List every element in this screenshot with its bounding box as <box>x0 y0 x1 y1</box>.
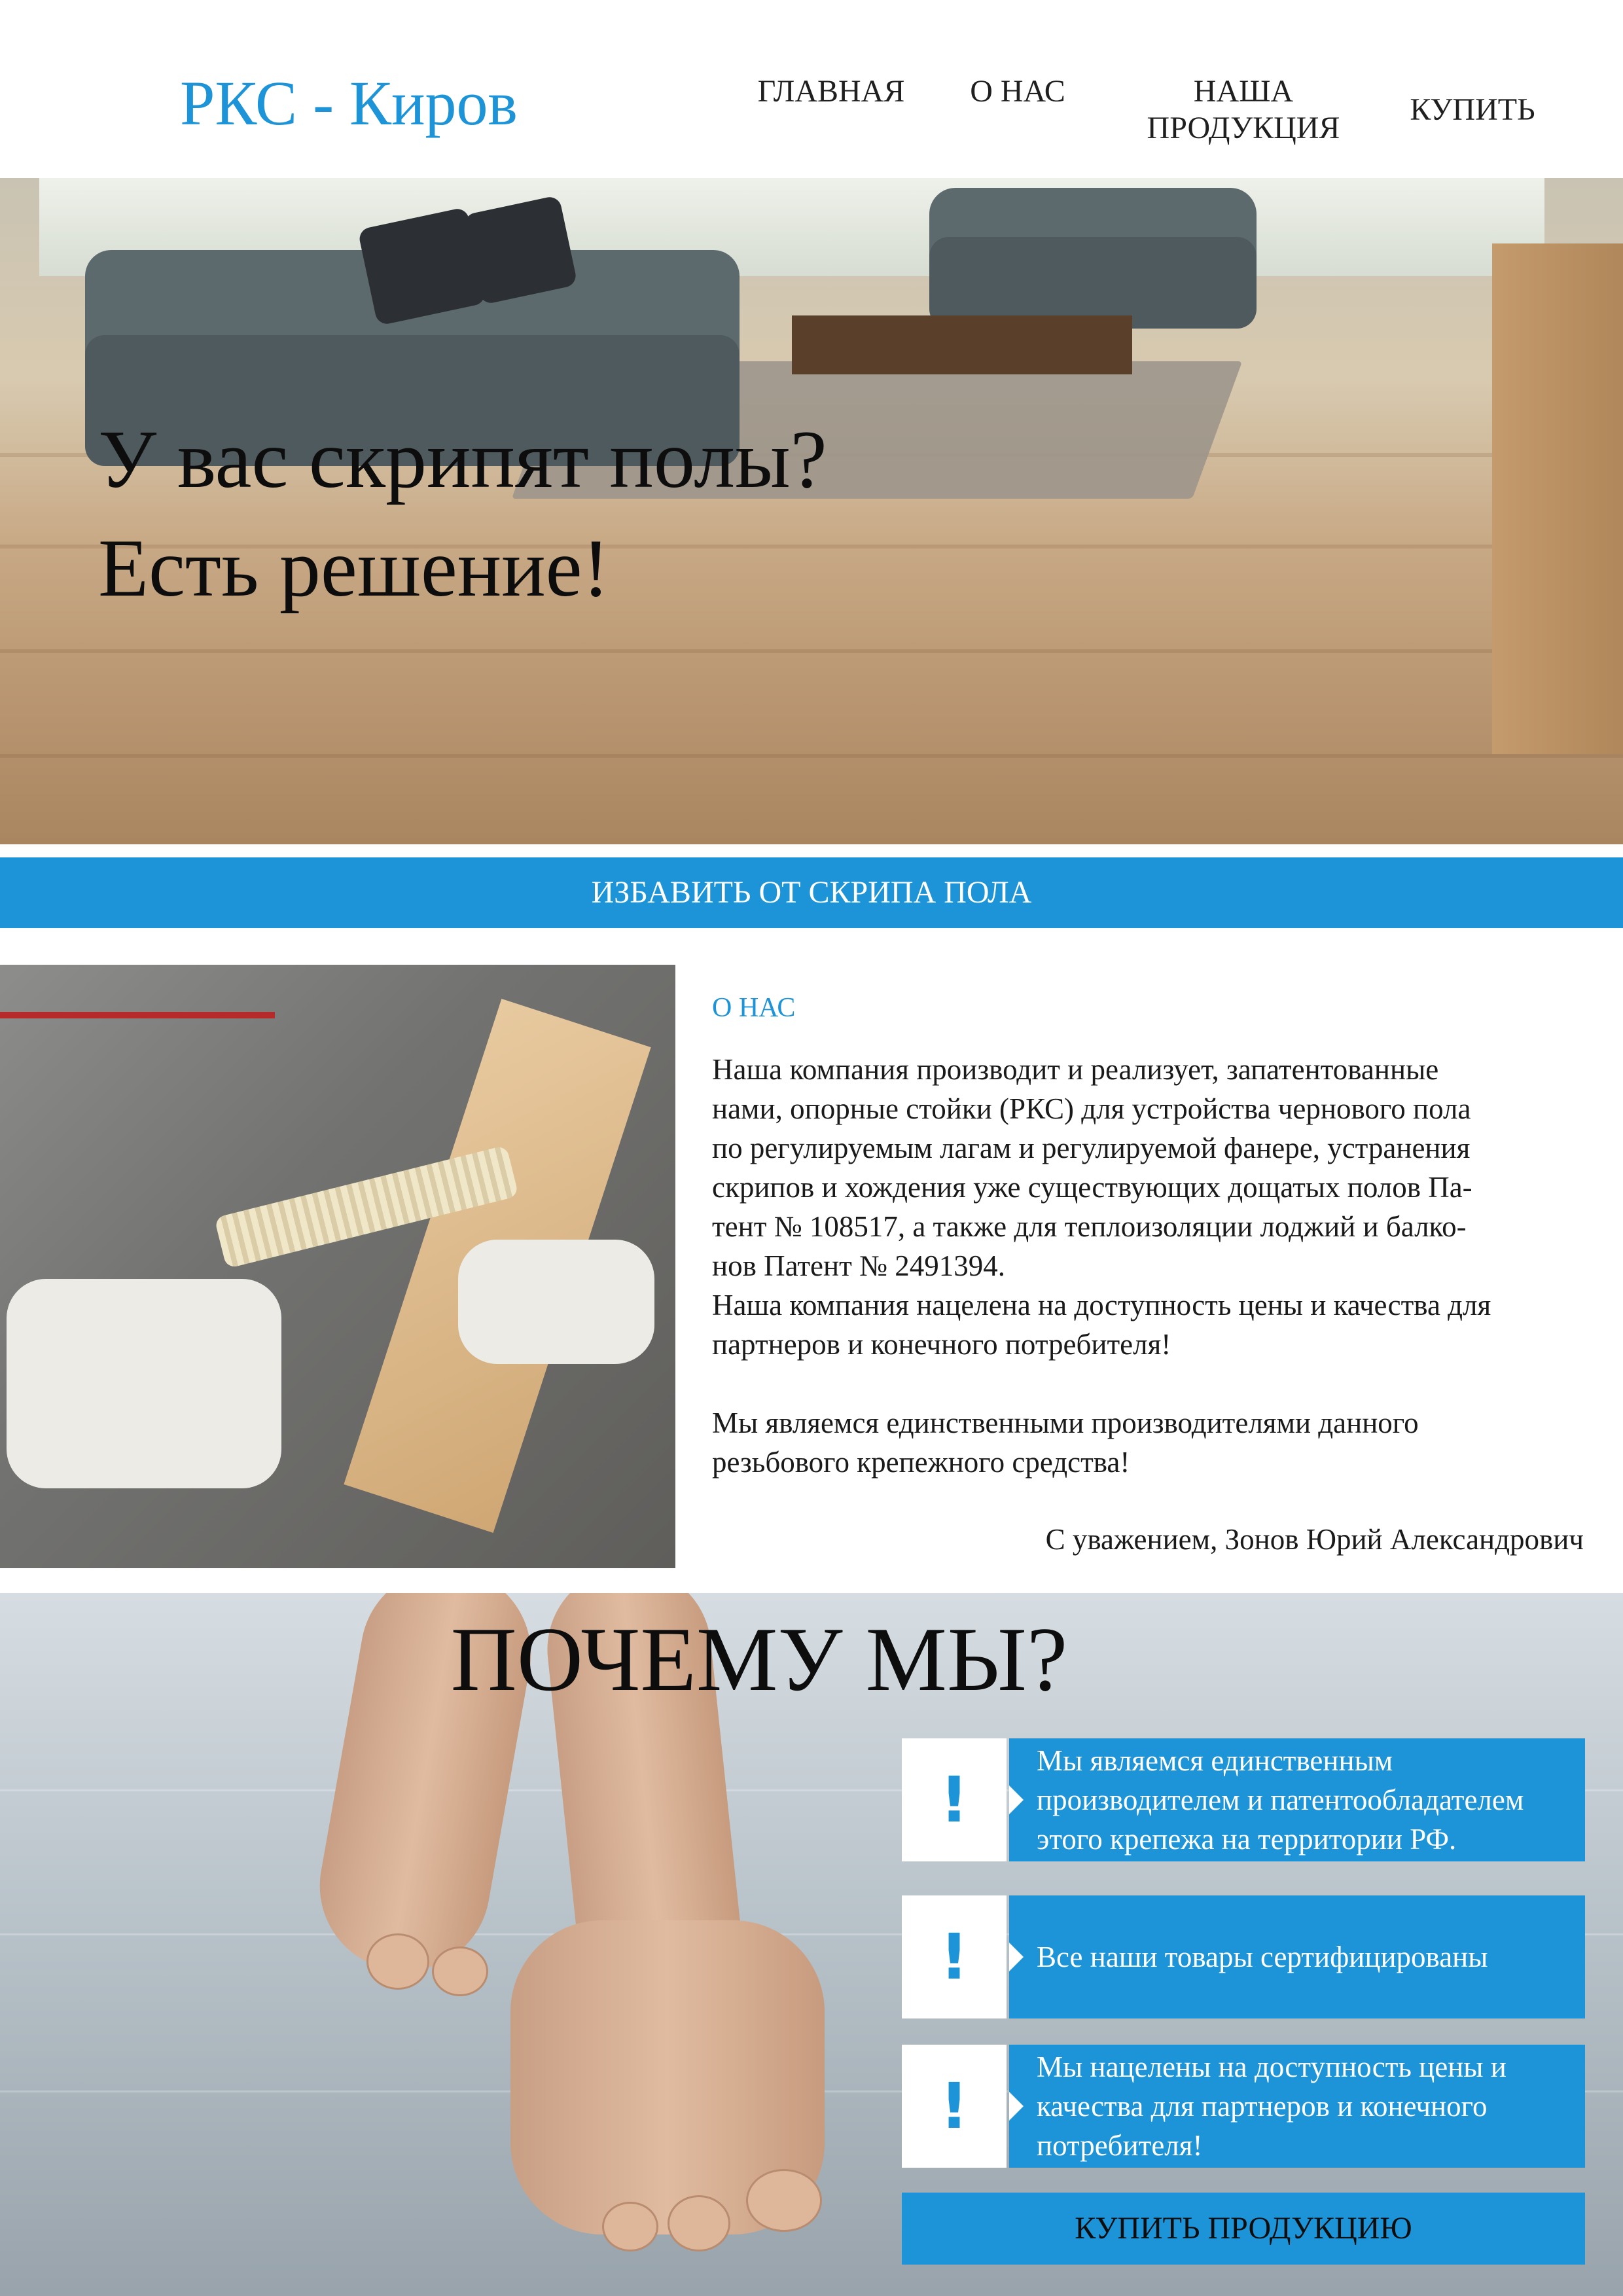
exclamation-icon: ! <box>902 2045 1007 2168</box>
site-logo[interactable]: РКС - Киров <box>180 72 518 135</box>
exclamation-icon: ! <box>902 1895 1007 2018</box>
feature-text: Мы являемся единственным производителем … <box>1037 1744 1524 1856</box>
feature-pointer <box>1009 1785 1024 1814</box>
feature-text: Все наши товары сертифицированы <box>1037 1941 1488 1973</box>
nav-item-products[interactable]: НАША ПРОДУКЦИЯ <box>1113 73 1374 147</box>
exclamation-icon: ! <box>902 1738 1007 1861</box>
toe-image <box>366 1933 429 1990</box>
coffee-table-image <box>792 315 1132 374</box>
feature-item: Мы являемся единственным производителем … <box>1009 1738 1585 1861</box>
about-text: Наша компания производит и реализует, за… <box>712 1053 1491 1479</box>
hero-title: У вас скрипят полы? Есть решение! <box>98 414 827 614</box>
feature-item: Мы нацелены на доступность цены и качест… <box>1009 2045 1585 2168</box>
cabinet-image <box>1492 243 1623 754</box>
nav-item-buy[interactable]: КУПИТЬ <box>1368 92 1577 128</box>
glove-image <box>7 1279 281 1488</box>
feature-item: Все наши товары сертифицированы <box>1009 1895 1585 2018</box>
about-heading: О НАС <box>712 993 796 1023</box>
toe-image <box>602 2202 658 2251</box>
nav-item-about[interactable]: О НАС <box>916 73 1119 110</box>
armchair-seat-image <box>929 237 1257 329</box>
toe-image <box>746 2169 822 2232</box>
cta-button[interactable]: ИЗБАВИТЬ ОТ СКРИПА ПОЛА <box>0 857 1623 928</box>
feature-text: Мы нацелены на доступность цены и качест… <box>1037 2051 1507 2162</box>
glove-image <box>458 1240 654 1364</box>
toe-image <box>432 1946 488 1996</box>
cta-button-label: ИЗБАВИТЬ ОТ СКРИПА ПОЛА <box>591 875 1032 910</box>
uniform-stripe <box>0 1012 275 1018</box>
about-signature: С уважением, Зонов Юрий Александрович <box>1045 1523 1584 1556</box>
floor-plank <box>0 754 1623 758</box>
toe-image <box>668 2195 730 2251</box>
feature-pointer <box>1009 1943 1024 1971</box>
about-photo <box>0 965 675 1568</box>
buy-products-button[interactable]: КУПИТЬ ПРОДУКЦИЮ <box>902 2193 1585 2265</box>
feature-pointer <box>1009 2092 1024 2121</box>
why-title: ПОЧЕМУ МЫ? <box>450 1609 1068 1710</box>
floor-plank <box>0 649 1623 653</box>
